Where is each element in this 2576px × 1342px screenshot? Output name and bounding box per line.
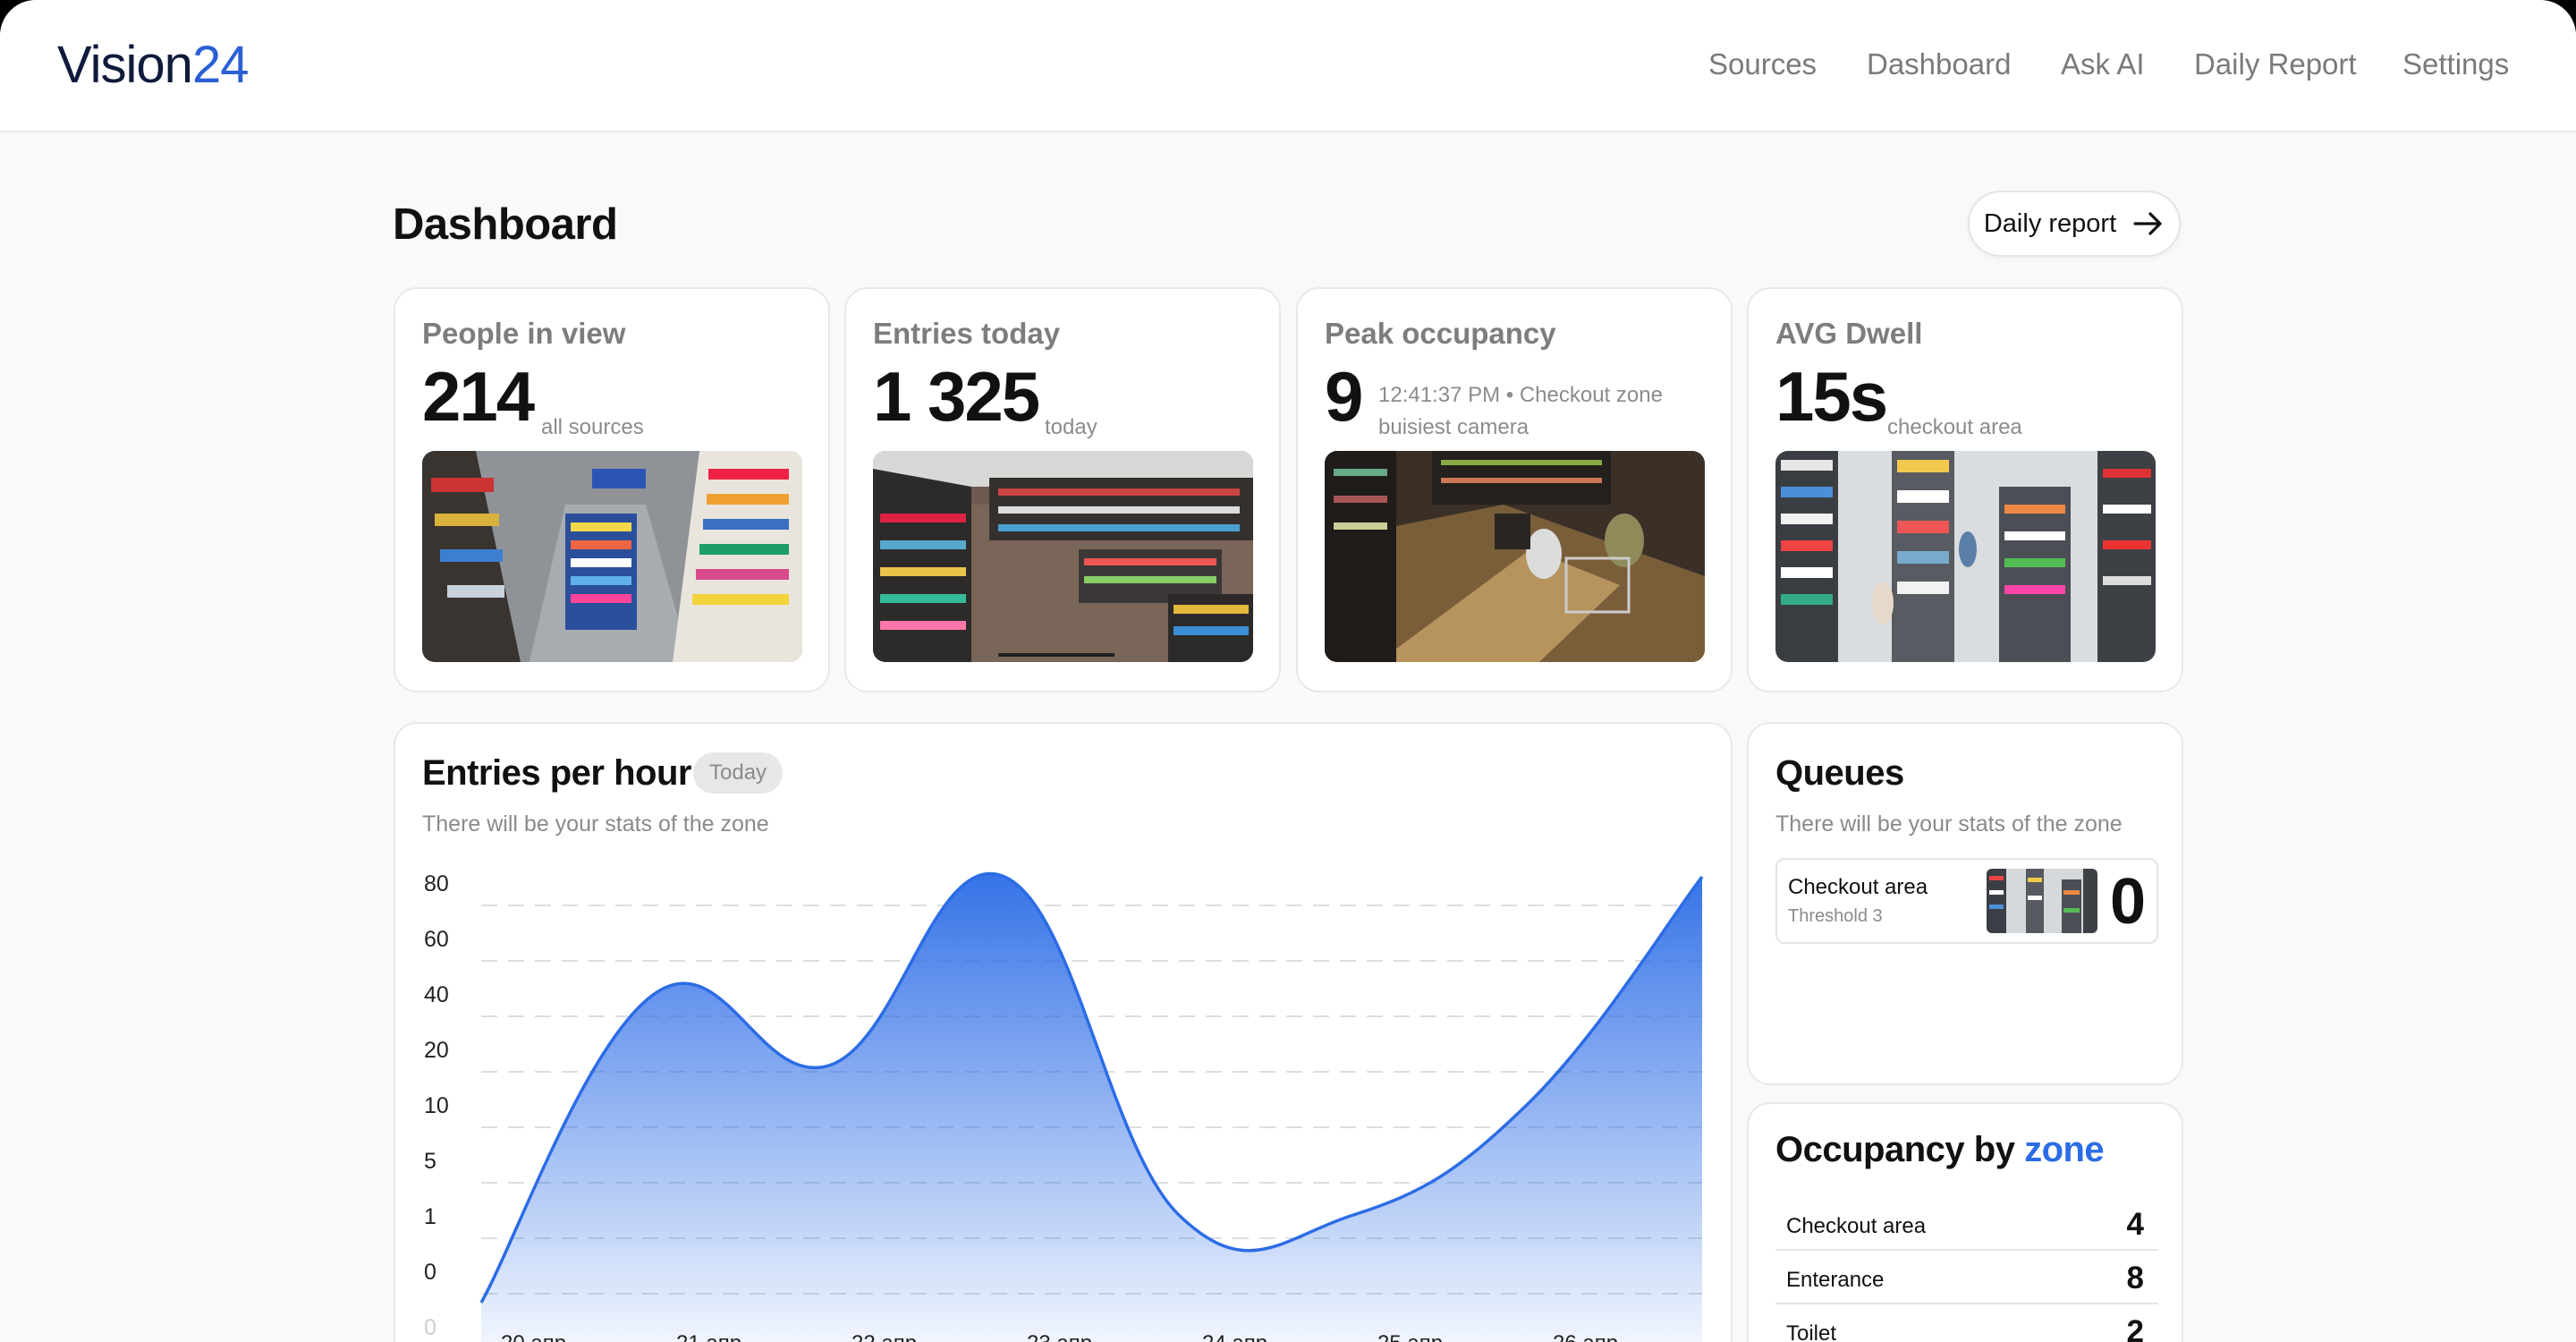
y-tick-label: 20: [424, 1038, 449, 1063]
kpi-sub: today: [1045, 415, 1097, 439]
nav-ask-ai[interactable]: Ask AI: [2061, 47, 2145, 82]
occupancy-zone-value: 4: [2126, 1207, 2144, 1242]
camera-image-supermarket-aisles: [1775, 451, 2156, 662]
kpi-sub: all sources: [541, 415, 644, 439]
x-tick-label: 21 апр: [676, 1331, 741, 1342]
area-fill: [481, 873, 1702, 1342]
occupancy-title-zone: zone: [2024, 1130, 2105, 1169]
daily-report-button[interactable]: Daily report: [1968, 191, 2181, 257]
x-tick-label: 26 апр: [1553, 1331, 1618, 1342]
x-tick-label: 23 апр: [1027, 1331, 1092, 1342]
camera-thumbnail[interactable]: [1775, 451, 2156, 662]
logo-text-vision: Vision: [57, 36, 193, 94]
camera-thumbnail[interactable]: [873, 451, 1253, 662]
queue-count: 0: [2110, 866, 2147, 938]
kpi-label: Peak occupancy: [1325, 317, 1556, 350]
occupancy-by-zone-card: Occupancy by zone Checkout area 4 Entera…: [1747, 1102, 2183, 1342]
y-tick-label: 40: [424, 982, 449, 1007]
queues-subtitle: There will be your stats of the zone: [1775, 811, 2123, 837]
camera-image-checkout: [1325, 451, 1705, 662]
daily-report-button-label: Daily report: [1983, 208, 2117, 238]
occupancy-row[interactable]: Toilet 2: [1775, 1304, 2158, 1342]
occupancy-title-main: Occupancy by: [1775, 1130, 2015, 1169]
occupancy-row[interactable]: Checkout area 4: [1775, 1197, 2158, 1251]
x-tick-label: 22 апр: [852, 1331, 917, 1342]
occupancy-zone-name: Checkout area: [1786, 1214, 1927, 1238]
kpi-value: 9: [1325, 357, 1363, 436]
y-tick-label: 0: [424, 1315, 436, 1340]
kpi-sub: buisiest camera: [1378, 415, 1530, 439]
kpi-card-peak-occupancy[interactable]: Peak occupancy 9 12:41:37 PM • Checkout …: [1296, 287, 1733, 692]
nav-dashboard[interactable]: Dashboard: [1867, 47, 2011, 82]
queue-camera-thumbnail: [1987, 869, 2097, 933]
occupancy-title: Occupancy by zone: [1775, 1127, 2105, 1172]
occupancy-zone-value: 2: [2126, 1314, 2144, 1342]
kpi-value: 15s: [1775, 357, 1888, 436]
nav-daily-report[interactable]: Daily Report: [2194, 47, 2357, 82]
kpi-value: 214: [422, 357, 535, 436]
queue-name: Checkout area: [1788, 875, 1928, 899]
y-tick-label: 1: [424, 1204, 436, 1229]
kpi-sub-time: 12:41:37 PM • Checkout zone: [1378, 383, 1663, 407]
occupancy-zone-name: Toilet: [1786, 1321, 1837, 1342]
app-logo[interactable]: Vision24: [57, 36, 250, 95]
y-tick-label: 10: [424, 1093, 449, 1118]
y-tick-label: 0: [424, 1260, 436, 1285]
page-title: Dashboard: [393, 200, 618, 249]
x-tick-label: 25 апр: [1377, 1331, 1443, 1342]
entries-area-chart: 8060402010510020 апр21 апр22 апр23 апр24…: [424, 871, 1704, 1342]
kpi-sub: checkout area: [1887, 415, 2022, 439]
entries-per-hour-card: Entries per hour Today There will be you…: [394, 722, 1733, 1342]
camera-image-liquor-store: [873, 451, 1253, 662]
camera-thumbnail[interactable]: [422, 451, 802, 662]
x-tick-label: 20 апр: [501, 1331, 566, 1342]
occupancy-zone-name: Enterance: [1786, 1268, 1885, 1292]
kpi-card-people-in-view[interactable]: People in view 214 all sources: [394, 287, 830, 692]
occupancy-zone-value: 8: [2126, 1261, 2144, 1295]
kpi-card-entries-today[interactable]: Entries today 1 325 today: [844, 287, 1281, 692]
kpi-label: AVG Dwell: [1775, 317, 1923, 350]
logo-text-24: 24: [191, 36, 250, 94]
kpi-card-avg-dwell[interactable]: AVG Dwell 15s checkout area: [1747, 287, 2183, 692]
queue-item[interactable]: Checkout area Threshold 3 0: [1775, 858, 2158, 944]
arrow-right-icon: [2133, 212, 2162, 235]
kpi-value: 1 325: [873, 357, 1040, 436]
nav-settings[interactable]: Settings: [2402, 47, 2509, 82]
kpi-label: People in view: [422, 317, 626, 350]
camera-image-store-aisle: [422, 451, 802, 662]
camera-image-queue: [1987, 869, 2097, 933]
y-tick-label: 80: [424, 871, 449, 896]
queues-title: Queues: [1775, 753, 1904, 793]
occupancy-row[interactable]: Enterance 8: [1775, 1251, 2158, 1304]
x-tick-label: 24 апр: [1202, 1331, 1267, 1342]
queue-threshold: Threshold 3: [1788, 906, 1883, 926]
y-tick-label: 5: [424, 1149, 436, 1174]
kpi-label: Entries today: [873, 317, 1061, 350]
camera-thumbnail[interactable]: [1325, 451, 1705, 662]
top-bar: Vision24 Sources Dashboard Ask AI Daily …: [0, 0, 2576, 132]
y-tick-label: 60: [424, 927, 449, 952]
app-screen: Vision24 Sources Dashboard Ask AI Daily …: [0, 0, 2576, 1342]
queues-card: Queues There will be your stats of the z…: [1747, 722, 2183, 1085]
nav-sources[interactable]: Sources: [1708, 47, 1817, 82]
